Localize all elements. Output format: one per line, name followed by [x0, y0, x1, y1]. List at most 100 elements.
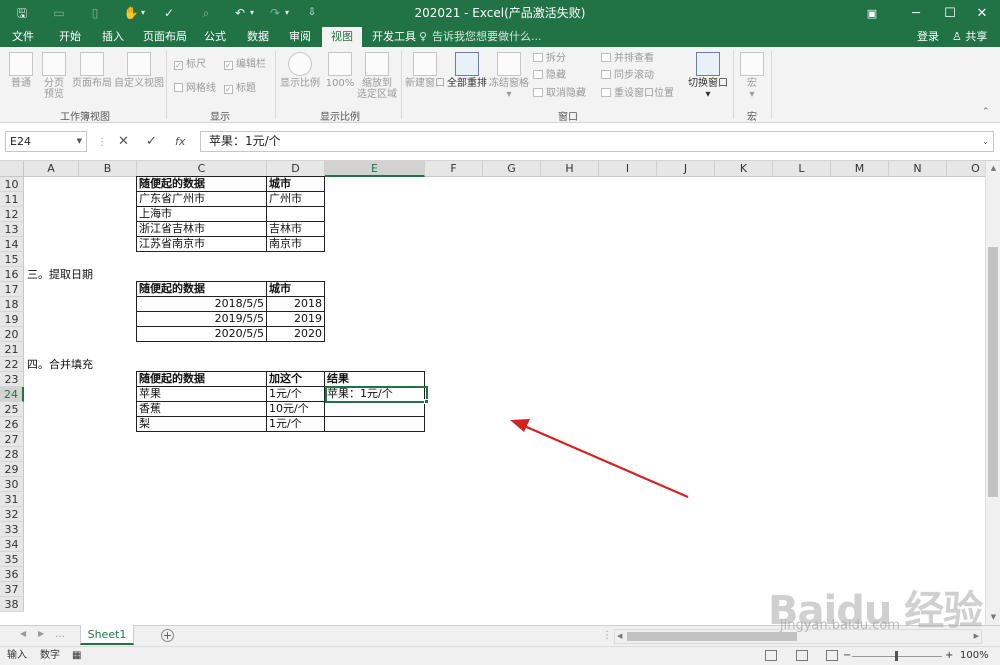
sheet-prev-icon[interactable]: ◀: [20, 629, 26, 638]
zoom-slider-knob[interactable]: [895, 651, 898, 661]
gridlines-checkbox[interactable]: 网格线: [174, 82, 216, 96]
table-header-cell[interactable]: 加这个: [267, 372, 325, 387]
row-header-27[interactable]: 27: [0, 432, 24, 447]
row-header-23[interactable]: 23: [0, 372, 24, 387]
vertical-scrollbar[interactable]: ▲ ▼: [985, 161, 1000, 625]
table-cell[interactable]: [325, 417, 425, 432]
touch-mode-icon[interactable]: ✋: [122, 4, 140, 22]
tab-file[interactable]: 文件: [6, 27, 40, 47]
row-header-38[interactable]: 38: [0, 597, 24, 612]
sheet-next-icon[interactable]: ▶: [38, 629, 44, 638]
redo-icon[interactable]: ↷: [266, 4, 284, 22]
tab-formulas[interactable]: 公式: [197, 27, 233, 47]
column-header-e[interactable]: E: [325, 161, 425, 177]
row-header-36[interactable]: 36: [0, 567, 24, 582]
tell-me-input[interactable]: 告诉我您想要做什么...: [432, 27, 542, 47]
column-header-c[interactable]: C: [137, 161, 267, 177]
share-button[interactable]: ♙ 共享: [952, 27, 987, 47]
table-cell[interactable]: 上海市: [137, 207, 267, 222]
column-header-g[interactable]: G: [483, 161, 541, 177]
row-header-21[interactable]: 21: [0, 342, 24, 357]
column-header-l[interactable]: L: [773, 161, 831, 177]
switch-windows-button[interactable]: 切换窗口 ▾: [686, 52, 730, 100]
zoom-out-button[interactable]: −: [843, 647, 851, 665]
scroll-up-icon[interactable]: ▲: [986, 164, 1000, 172]
page-break-preview-button[interactable]: 分页 预览: [39, 52, 69, 100]
row-header-30[interactable]: 30: [0, 477, 24, 492]
macro-record-icon[interactable]: ▦: [72, 647, 81, 665]
view-side-by-side-button[interactable]: 并排查看: [601, 52, 654, 66]
row-header-22[interactable]: 22: [0, 357, 24, 372]
column-header-m[interactable]: M: [831, 161, 889, 177]
fill-handle[interactable]: [424, 399, 429, 404]
table-header-cell[interactable]: 随便起的数据: [137, 282, 267, 297]
table-cell[interactable]: 2020: [267, 327, 325, 342]
freeze-panes-button[interactable]: 冻结窗格 ▾: [489, 52, 529, 100]
row-header-35[interactable]: 35: [0, 552, 24, 567]
macros-button[interactable]: 宏 ▾: [737, 52, 767, 100]
zoom-to-selection-button[interactable]: 缩放到 选定区域: [356, 52, 398, 100]
zoom-100-button[interactable]: 100%: [324, 52, 356, 89]
chevron-down-icon[interactable]: ⌄: [982, 132, 989, 151]
zoom-level[interactable]: 100%: [960, 647, 989, 665]
row-header-25[interactable]: 25: [0, 402, 24, 417]
spelling-icon[interactable]: ✓: [160, 4, 178, 22]
row-header-29[interactable]: 29: [0, 462, 24, 477]
page-layout-view-button[interactable]: 页面布局: [72, 52, 112, 89]
ruler-checkbox[interactable]: ✓ 标尺: [174, 58, 206, 72]
table-cell[interactable]: 2020/5/5: [137, 327, 267, 342]
reset-window-position-button[interactable]: 重设窗口位置: [601, 87, 674, 101]
row-header-13[interactable]: 13: [0, 222, 24, 237]
print-preview-icon[interactable]: ⌕: [197, 4, 215, 22]
zoom-button[interactable]: 显示比例: [280, 52, 320, 89]
formula-input[interactable]: 苹果：1元/个 ⌄: [200, 131, 994, 152]
hide-button[interactable]: 隐藏: [533, 69, 566, 83]
row-header-26[interactable]: 26: [0, 417, 24, 432]
table-cell[interactable]: 香蕉: [137, 402, 267, 417]
table-cell[interactable]: 2018/5/5: [137, 297, 267, 312]
tab-page-layout[interactable]: 页面布局: [139, 27, 191, 47]
normal-view-button[interactable]: 普通: [6, 52, 36, 89]
table-cell[interactable]: 2019: [267, 312, 325, 327]
row-header-15[interactable]: 15: [0, 252, 24, 267]
login-link[interactable]: 登录: [917, 27, 939, 47]
table-cell[interactable]: 1元/个: [267, 387, 325, 402]
row-header-10[interactable]: 10: [0, 177, 24, 192]
scroll-thumb[interactable]: [988, 247, 998, 497]
column-header-n[interactable]: N: [889, 161, 947, 177]
tab-developer[interactable]: 开发工具: [368, 27, 420, 47]
page-break-icon[interactable]: [826, 650, 838, 661]
more-sheets-icon[interactable]: …: [55, 629, 65, 640]
collapse-ribbon-icon[interactable]: ⌃: [982, 107, 990, 117]
table-header-cell[interactable]: 随便起的数据: [137, 372, 267, 387]
scroll-left-icon[interactable]: ◀: [617, 632, 622, 640]
close-button[interactable]: ✕: [964, 0, 1000, 27]
tab-split-handle[interactable]: ⋮: [602, 630, 612, 641]
maximize-button[interactable]: ☐: [932, 0, 968, 27]
row-header-37[interactable]: 37: [0, 582, 24, 597]
row-header-14[interactable]: 14: [0, 237, 24, 252]
tab-view[interactable]: 视图: [322, 27, 362, 47]
table-cell[interactable]: 浙江省吉林市: [137, 222, 267, 237]
column-header-a[interactable]: A: [24, 161, 79, 177]
row-header-34[interactable]: 34: [0, 537, 24, 552]
scroll-down-icon[interactable]: ▼: [986, 613, 1000, 621]
table-header-cell[interactable]: 随便起的数据: [137, 177, 267, 192]
worksheet-grid[interactable]: ABCDEFGHIJKLMNO 10 11 12 13 14 15 16 17 18 19 20 21…: [0, 161, 985, 625]
save-icon[interactable]: 🖫: [13, 4, 31, 22]
column-header-b[interactable]: B: [79, 161, 137, 177]
formula-bar-checkbox[interactable]: ✓ 编辑栏: [224, 58, 266, 72]
column-header-i[interactable]: I: [599, 161, 657, 177]
tab-data[interactable]: 数据: [240, 27, 276, 47]
open-icon[interactable]: ▭: [50, 4, 68, 22]
add-sheet-button[interactable]: +: [161, 629, 174, 642]
table-cell[interactable]: 广州市: [267, 192, 325, 207]
table-cell[interactable]: 南京市: [267, 237, 325, 252]
new-icon[interactable]: ▯: [86, 4, 104, 22]
page-layout-icon[interactable]: [796, 650, 808, 661]
column-header-d[interactable]: D: [267, 161, 325, 177]
row-header-28[interactable]: 28: [0, 447, 24, 462]
row-header-18[interactable]: 18: [0, 297, 24, 312]
normal-view-icon[interactable]: [765, 650, 777, 661]
table-header-cell[interactable]: 城市: [267, 177, 325, 192]
